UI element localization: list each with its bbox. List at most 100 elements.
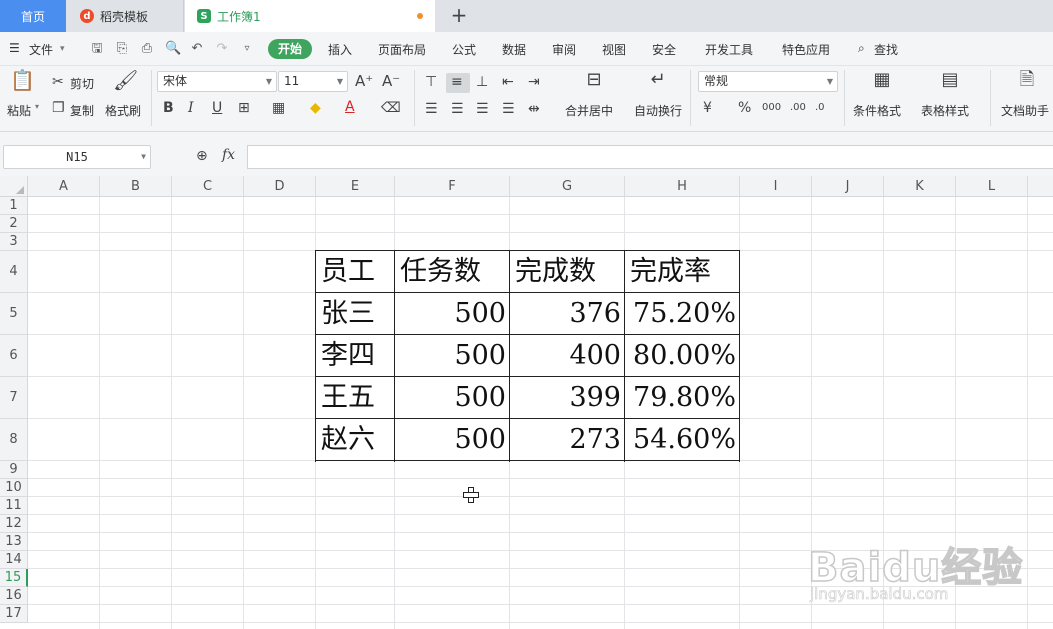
menu-developer[interactable]: 开发工具 bbox=[705, 41, 753, 58]
table-cell[interactable]: 500 bbox=[395, 294, 506, 336]
column-header-i[interactable]: I bbox=[740, 176, 812, 197]
paste-chevron-icon[interactable]: ▾ bbox=[35, 102, 39, 111]
tab-workbook[interactable]: S 工作簿1 bbox=[185, 0, 435, 32]
fill-color-icon[interactable]: ◆ bbox=[310, 100, 321, 116]
scissors-icon[interactable]: ✂ bbox=[52, 74, 64, 90]
currency-icon[interactable]: ¥ bbox=[703, 100, 712, 116]
column-header-l[interactable]: L bbox=[956, 176, 1028, 197]
row-header-8[interactable]: 8 bbox=[0, 419, 28, 461]
decrease-decimal-icon[interactable]: .0 bbox=[815, 100, 825, 116]
conditional-format-button[interactable]: 条件格式 bbox=[853, 102, 901, 119]
name-box[interactable]: N15 ▼ bbox=[3, 145, 151, 169]
align-left-icon[interactable]: ☰ bbox=[425, 101, 438, 117]
chevron-down-icon[interactable]: ▾ bbox=[60, 44, 65, 54]
menu-page-layout[interactable]: 页面布局 bbox=[378, 41, 426, 58]
italic-button[interactable]: I bbox=[188, 100, 194, 116]
font-size-select[interactable]: 11 ▼ bbox=[278, 71, 348, 92]
row-header-13[interactable]: 13 bbox=[0, 533, 28, 551]
row-header-12[interactable]: 12 bbox=[0, 515, 28, 533]
menu-data[interactable]: 数据 bbox=[502, 41, 526, 58]
customize-chevron-icon[interactable]: ▿ bbox=[240, 42, 254, 56]
column-header-e[interactable]: E bbox=[316, 176, 395, 197]
row-header-6[interactable]: 6 bbox=[0, 335, 28, 377]
column-header-a[interactable]: A bbox=[28, 176, 100, 197]
column-header-h[interactable]: H bbox=[625, 176, 740, 197]
merge-center-button[interactable]: 合并居中 bbox=[565, 102, 613, 119]
menu-special[interactable]: 特色应用 bbox=[782, 41, 830, 58]
paste-button[interactable]: 粘贴 bbox=[7, 102, 31, 119]
row-header-4[interactable]: 4 bbox=[0, 251, 28, 293]
percent-icon[interactable]: % bbox=[738, 100, 751, 116]
row-header-14[interactable]: 14 bbox=[0, 551, 28, 569]
print-icon[interactable]: ⎙ bbox=[140, 42, 154, 56]
redo-icon[interactable]: ↷ bbox=[215, 42, 229, 56]
align-top-icon[interactable]: ⊤ bbox=[425, 74, 437, 90]
font-name-select[interactable]: 宋体 ▼ bbox=[157, 71, 277, 92]
cut-button[interactable]: 剪切 bbox=[70, 75, 94, 92]
column-header-d[interactable]: D bbox=[244, 176, 316, 197]
clear-format-icon[interactable]: ⌫ bbox=[381, 100, 401, 116]
align-right-icon[interactable]: ☰ bbox=[476, 101, 489, 117]
border-icon[interactable]: ⊞ bbox=[238, 100, 250, 116]
table-cell[interactable]: 400 bbox=[510, 336, 621, 378]
row-header-15[interactable]: 15 bbox=[0, 569, 28, 587]
doc-assistant-button[interactable]: 文档助手 bbox=[1001, 102, 1049, 119]
undo-icon[interactable]: ↶ bbox=[190, 42, 204, 56]
select-all-corner[interactable] bbox=[0, 176, 28, 197]
number-format-select[interactable]: 常规 ▼ bbox=[698, 71, 838, 92]
column-header-j[interactable]: J bbox=[812, 176, 884, 197]
hamburger-icon[interactable]: ☰ bbox=[9, 41, 20, 55]
save-icon[interactable]: 🖫 bbox=[90, 42, 104, 56]
doc-assistant-icon[interactable]: 🗎 bbox=[1015, 71, 1039, 89]
table-header-cell[interactable]: 完成率 bbox=[630, 252, 711, 294]
table-header-cell[interactable]: 完成数 bbox=[515, 252, 596, 294]
row-header-11[interactable]: 11 bbox=[0, 497, 28, 515]
column-header-k[interactable]: K bbox=[884, 176, 956, 197]
table-cell[interactable]: 399 bbox=[510, 378, 621, 420]
wrap-text-button[interactable]: 自动换行 bbox=[634, 102, 682, 119]
copy-icon[interactable]: ❐ bbox=[52, 100, 65, 116]
underline-button[interactable]: U bbox=[212, 100, 222, 116]
font-shrink-icon[interactable]: A⁻ bbox=[382, 73, 400, 89]
copy-button[interactable]: 复制 bbox=[70, 102, 94, 119]
table-cell[interactable]: 80.00% bbox=[625, 336, 736, 378]
menu-review[interactable]: 审阅 bbox=[552, 41, 576, 58]
formula-input[interactable] bbox=[247, 145, 1053, 169]
justify-icon[interactable]: ☰ bbox=[502, 101, 515, 117]
menu-formulas[interactable]: 公式 bbox=[452, 41, 476, 58]
new-tab-plus-icon[interactable]: + bbox=[448, 4, 470, 26]
thousands-icon[interactable]: 000 bbox=[762, 100, 781, 116]
indent-increase-icon[interactable]: ⇥ bbox=[528, 74, 540, 90]
table-cell[interactable]: 54.60% bbox=[625, 420, 736, 462]
table-cell[interactable]: 273 bbox=[510, 420, 621, 462]
menu-insert[interactable]: 插入 bbox=[328, 41, 352, 58]
menu-start[interactable]: 开始 bbox=[268, 39, 312, 59]
table-cell[interactable]: 王五 bbox=[321, 378, 375, 420]
row-header-5[interactable]: 5 bbox=[0, 293, 28, 335]
table-style-icon[interactable]: ▤ bbox=[938, 71, 962, 89]
format-painter-button[interactable]: 格式刷 bbox=[105, 102, 141, 119]
row-header-17[interactable]: 17 bbox=[0, 605, 28, 623]
table-cell[interactable]: 李四 bbox=[321, 336, 375, 378]
column-header-c[interactable]: C bbox=[172, 176, 244, 197]
table-cell[interactable]: 500 bbox=[395, 378, 506, 420]
cell-style-icon[interactable]: ▦ bbox=[272, 100, 285, 116]
table-cell[interactable]: 376 bbox=[510, 294, 621, 336]
align-center-icon[interactable]: ☰ bbox=[451, 101, 464, 117]
row-header-1[interactable]: 1 bbox=[0, 197, 28, 215]
conditional-format-icon[interactable]: ▦ bbox=[870, 71, 894, 89]
print-preview-icon[interactable]: 🔍 bbox=[165, 42, 181, 56]
table-cell[interactable]: 500 bbox=[395, 336, 506, 378]
row-header-16[interactable]: 16 bbox=[0, 587, 28, 605]
column-header-g[interactable]: G bbox=[510, 176, 625, 197]
font-grow-icon[interactable]: A⁺ bbox=[355, 73, 373, 89]
column-header-f[interactable]: F bbox=[395, 176, 510, 197]
tab-home[interactable]: 首页 bbox=[0, 0, 66, 32]
font-color-icon[interactable]: A bbox=[345, 99, 355, 115]
menu-view[interactable]: 视图 bbox=[602, 41, 626, 58]
menu-file[interactable]: 文件 bbox=[29, 41, 53, 58]
tab-daoke-templates[interactable]: d 稻壳模板 bbox=[66, 0, 184, 32]
row-header-2[interactable]: 2 bbox=[0, 215, 28, 233]
align-bottom-icon[interactable]: ⊥ bbox=[476, 74, 488, 90]
table-cell[interactable]: 75.20% bbox=[625, 294, 736, 336]
